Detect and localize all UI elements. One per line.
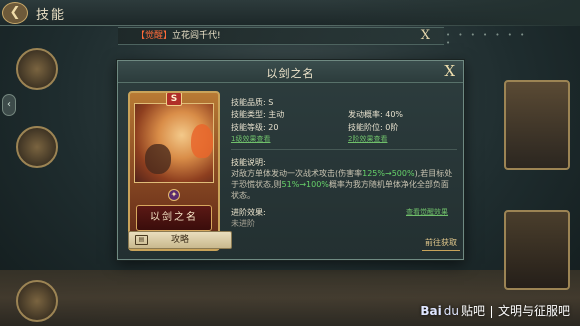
skill-card: S ✦ 以剑之名	[128, 91, 220, 251]
skill-type-value: 主动	[268, 110, 285, 119]
purify-chance-highlight: 51%→100%	[281, 180, 329, 189]
back-button[interactable]: ❮	[2, 2, 28, 24]
trigger-probability-label: 发动概率:	[348, 110, 383, 119]
book-icon: ▤	[135, 235, 148, 245]
advance-effect-title: 进阶效果:	[231, 208, 266, 217]
skill-level: 技能等级: 20	[231, 122, 278, 133]
back-arrow-icon: ❮	[9, 5, 21, 20]
banner-close-icon[interactable]: X	[421, 28, 430, 44]
skill-stage: 技能阶位: 0阶	[348, 122, 398, 133]
watermark-separator	[490, 305, 492, 318]
skill-dialog: 以剑之名 X S ✦ 以剑之名 ▤ 攻略 技能品质: S 技能类型: 主动 技能…	[117, 60, 464, 260]
view-awaken-effect-link[interactable]: 查看觉醒效果	[406, 207, 448, 217]
stage-effect-link[interactable]: 2阶效果查看	[348, 134, 387, 144]
close-icon[interactable]: X	[444, 62, 455, 80]
skill-description: 对敌方单体发动一次战术攻击(伤害率125%→500%),若目标处于恐慌状态,则5…	[231, 168, 455, 201]
card-art-warrior	[145, 144, 171, 174]
skill-level-value: 20	[268, 123, 279, 132]
guide-button[interactable]: ▤ 攻略	[128, 231, 232, 249]
divider	[231, 149, 457, 150]
description-text-1: 对敌方单体发动一次战术攻击(伤害率	[231, 169, 363, 178]
baidu-paw-text: du	[443, 304, 459, 318]
skill-type-icon: ✦	[168, 189, 180, 201]
rail-button-3[interactable]	[16, 280, 58, 322]
skill-level-label: 技能等级:	[231, 123, 266, 132]
advance-effect-value: 未进阶	[231, 219, 255, 228]
right-panel-item[interactable]	[504, 80, 570, 170]
tieba-text: 贴吧	[460, 304, 485, 318]
skill-stage-value: 0阶	[385, 123, 399, 132]
banner-tag: 【觉醒】	[136, 31, 173, 41]
rail-button-2[interactable]	[16, 126, 58, 168]
watermark: Bai du 贴吧 文明与征服吧	[420, 302, 570, 322]
rail-button-1[interactable]	[16, 48, 58, 90]
skill-card-art	[134, 103, 214, 183]
right-panel-item-2[interactable]	[504, 210, 570, 290]
forum-name: 文明与征服吧	[497, 304, 570, 318]
baidu-logo-text: Bai	[420, 304, 442, 318]
skill-quality: 技能品质: S	[231, 97, 273, 108]
left-rail: ‹	[0, 30, 60, 326]
description-title: 技能说明:	[231, 158, 266, 167]
card-art-flame	[191, 124, 213, 158]
rail-expand-arrow-icon[interactable]: ‹	[2, 94, 16, 116]
page-title: 技能	[36, 8, 67, 23]
level-effect-link[interactable]: 1级效果查看	[231, 134, 270, 144]
top-bar: ❮ 技能	[0, 0, 580, 26]
banner-decoration: • • • • • • • •	[446, 31, 528, 47]
top-bar-decoration	[320, 0, 580, 26]
skill-quality-value: S	[268, 98, 274, 107]
trigger-probability: 发动概率: 40%	[348, 109, 403, 120]
banner-text: 立花闾千代!	[172, 31, 221, 41]
go-obtain-button[interactable]: 前往获取	[422, 237, 460, 251]
trigger-probability-value: 40%	[385, 110, 404, 119]
dialog-header: 以剑之名 X	[118, 61, 463, 83]
skill-type-label: 技能类型:	[231, 110, 266, 119]
damage-rate-highlight: 125%→500%	[362, 169, 415, 178]
skill-info: 技能品质: S 技能类型: 主动 技能等级: 20 1级效果查看 发动概率: 4…	[231, 93, 457, 257]
skill-type: 技能类型: 主动	[231, 109, 284, 120]
skill-card-name: 以剑之名	[136, 205, 212, 231]
skill-quality-label: 技能品质:	[231, 98, 266, 107]
skill-stage-label: 技能阶位:	[348, 123, 383, 132]
dialog-title: 以剑之名	[266, 67, 315, 80]
skill-grade-badge: S	[166, 93, 182, 106]
guide-button-label: 攻略	[170, 235, 189, 245]
notification-banner: 【觉醒】立花闾千代! X	[118, 27, 444, 45]
